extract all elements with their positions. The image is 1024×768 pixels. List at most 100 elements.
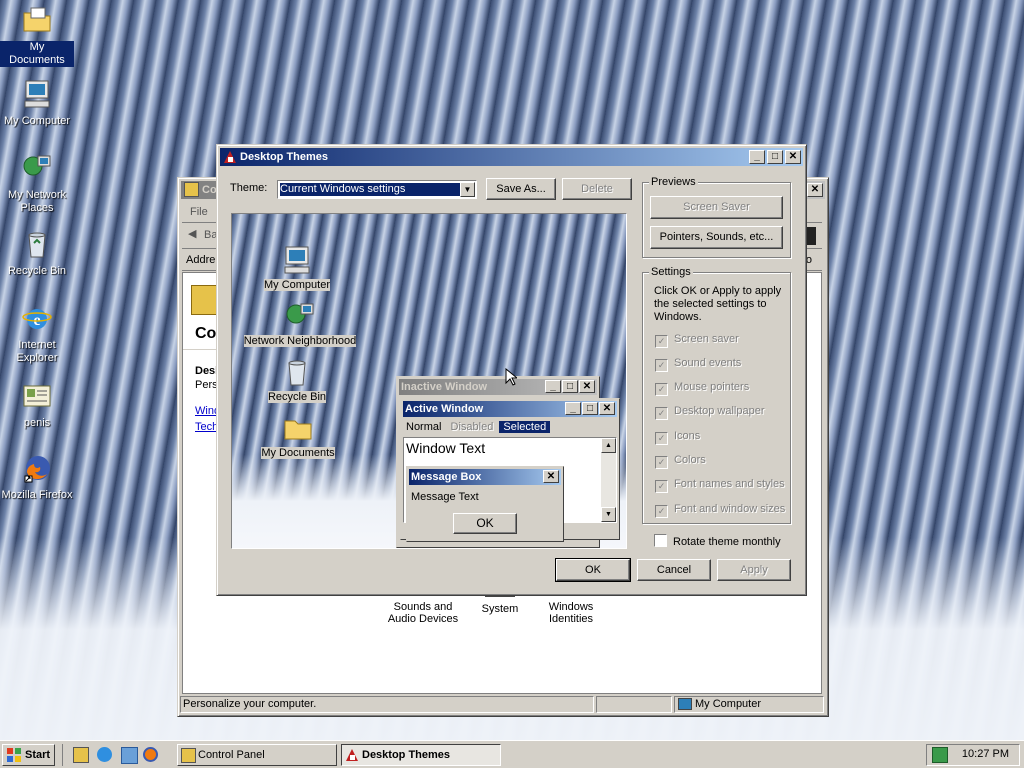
firefox-quicklaunch-icon[interactable] bbox=[143, 747, 158, 762]
status-bar: Personalize your computer. My Computer bbox=[180, 695, 824, 713]
cp-item-label: Sounds and Audio Devices bbox=[387, 601, 459, 625]
show-desktop-icon[interactable] bbox=[73, 747, 89, 763]
left-pane-link-2[interactable]: Tech bbox=[195, 421, 218, 433]
checkbox-box: ✓ bbox=[655, 480, 668, 493]
maximize-icon: □ bbox=[562, 380, 578, 393]
address-label: Addre bbox=[186, 254, 216, 266]
checkbox-colors[interactable]: ✓ Colors bbox=[655, 454, 706, 469]
delete-button[interactable]: Delete bbox=[562, 178, 632, 200]
minimize-icon: _ bbox=[545, 380, 561, 393]
desktop-icon-network[interactable]: My Network Places bbox=[0, 152, 74, 215]
preview-icon-recycle-bin: Recycle Bin bbox=[262, 356, 332, 403]
checkbox-icons[interactable]: ✓ Icons bbox=[655, 430, 700, 445]
close-icon[interactable]: ✕ bbox=[785, 150, 801, 164]
chevron-down-icon[interactable]: ▼ bbox=[460, 182, 475, 197]
desktop-icon-recycle-bin[interactable]: Recycle Bin bbox=[0, 228, 74, 278]
start-label: Start bbox=[25, 749, 51, 761]
back-arrow-icon[interactable]: ◀ bbox=[188, 227, 196, 240]
pointers-sounds-button[interactable]: Pointers, Sounds, etc... bbox=[650, 226, 783, 249]
preview-scrollbar: ▲ ▼ bbox=[601, 438, 616, 522]
task-label: Desktop Themes bbox=[362, 749, 451, 761]
maximize-icon: □ bbox=[582, 402, 598, 415]
save-as-button[interactable]: Save As... bbox=[486, 178, 556, 200]
ie-quicklaunch-icon[interactable] bbox=[97, 747, 112, 762]
checkbox-font-names[interactable]: ✓ Font names and styles bbox=[655, 478, 785, 493]
minimize-icon[interactable]: _ bbox=[749, 150, 765, 164]
preview-menu-selected: Selected bbox=[499, 421, 551, 433]
checkbox-label: Font names and styles bbox=[674, 478, 785, 490]
close-icon: ✕ bbox=[599, 402, 615, 415]
network-icon bbox=[286, 303, 314, 324]
ok-button[interactable]: OK bbox=[555, 558, 631, 582]
checkbox-label: Font and window sizes bbox=[674, 503, 786, 515]
checkbox-screen-saver[interactable]: ✓ Screen saver bbox=[655, 333, 739, 348]
task-label: Control Panel bbox=[198, 749, 265, 761]
folder-documents-icon bbox=[23, 7, 51, 32]
checkbox-box: ✓ bbox=[655, 456, 668, 469]
desktop-icon-label: My Computer bbox=[3, 115, 71, 127]
checkbox-box: ✓ bbox=[655, 359, 668, 372]
preview-active-titlebar: Active Window _ □ ✕ bbox=[403, 401, 617, 417]
preview-icon-label: Recycle Bin bbox=[267, 391, 327, 403]
control-panel-icon bbox=[181, 748, 196, 763]
network-tray-icon[interactable] bbox=[932, 747, 948, 763]
taskbar-task-control-panel[interactable]: Control Panel bbox=[177, 744, 337, 766]
minimize-icon: _ bbox=[565, 402, 581, 415]
card-icon bbox=[23, 385, 51, 407]
desktop-icon-label: Internet Explorer bbox=[16, 339, 58, 364]
computer-icon bbox=[24, 80, 50, 108]
preview-msgbox-title: Message Box bbox=[411, 471, 482, 483]
desktop-icon-label: My Documents bbox=[0, 41, 74, 67]
checkbox-box: ✓ bbox=[655, 505, 668, 518]
preview-menu-normal: Normal bbox=[406, 421, 442, 433]
status-blank-panel bbox=[596, 696, 672, 713]
checkbox-box: ✓ bbox=[655, 432, 668, 445]
theme-select[interactable]: Current Windows settings ▼ bbox=[277, 180, 477, 199]
cp-item-label: Windows Identities bbox=[548, 601, 594, 625]
checkbox-mouse-pointers[interactable]: ✓ Mouse pointers bbox=[655, 381, 749, 396]
desktop-themes-icon bbox=[346, 749, 358, 761]
desktop-icon-internet-explorer[interactable]: e Internet Explorer bbox=[0, 302, 74, 365]
preview-icon-my-documents: My Documents bbox=[256, 412, 340, 459]
control-panel-title: Co bbox=[202, 184, 217, 196]
outlook-express-icon[interactable] bbox=[121, 747, 138, 764]
desktop-themes-icon bbox=[224, 151, 236, 163]
checkbox-font-sizes[interactable]: ✓ Font and window sizes bbox=[655, 503, 785, 518]
clock[interactable]: 10:27 PM bbox=[962, 748, 1009, 760]
dialog-title: Desktop Themes bbox=[240, 151, 329, 163]
checkbox-label: Icons bbox=[674, 430, 701, 442]
theme-label: Theme: bbox=[230, 182, 268, 194]
preview-msgbox-ok: OK bbox=[453, 513, 517, 534]
taskbar-task-desktop-themes[interactable]: Desktop Themes bbox=[341, 744, 501, 766]
scroll-up-icon: ▲ bbox=[601, 438, 616, 453]
cancel-button[interactable]: Cancel bbox=[637, 559, 711, 581]
close-icon: ✕ bbox=[543, 470, 559, 483]
apply-button[interactable]: Apply bbox=[717, 559, 791, 581]
previews-group: Previews Screen Saver Pointers, Sounds, … bbox=[642, 176, 791, 258]
checkbox-desktop-wallpaper[interactable]: ✓ Desktop wallpaper bbox=[655, 405, 765, 420]
theme-select-value: Current Windows settings bbox=[280, 183, 460, 196]
desktop-icon-penis[interactable]: penis bbox=[0, 380, 74, 430]
checkbox-label: Desktop wallpaper bbox=[674, 405, 765, 417]
checkbox-box: ✓ bbox=[655, 335, 668, 348]
close-icon[interactable]: ✕ bbox=[807, 183, 823, 197]
system-tray: 10:27 PM bbox=[926, 744, 1020, 766]
dialog-titlebar[interactable]: Desktop Themes _ □ ✕ bbox=[220, 148, 803, 166]
checkbox-sound-events[interactable]: ✓ Sound events bbox=[655, 357, 741, 372]
menu-file[interactable]: File bbox=[190, 206, 208, 218]
preview-icon-my-computer: My Computer bbox=[262, 244, 332, 291]
rotate-label: Rotate theme monthly bbox=[673, 536, 781, 548]
preview-icon-label: Network Neighborhood bbox=[243, 335, 357, 347]
screen-saver-button[interactable]: Screen Saver bbox=[650, 196, 783, 219]
ie-icon: e bbox=[22, 309, 52, 329]
preview-window-text: Window Text bbox=[406, 440, 486, 456]
desktop-icon-firefox[interactable]: Mozilla Firefox bbox=[0, 452, 74, 502]
desktop-icon-label: penis bbox=[23, 417, 51, 429]
rotate-theme-checkbox[interactable]: Rotate theme monthly bbox=[654, 534, 781, 548]
desktop-icon-my-computer[interactable]: My Computer bbox=[0, 78, 74, 128]
start-button[interactable]: Start bbox=[2, 744, 55, 766]
maximize-icon[interactable]: □ bbox=[767, 150, 783, 164]
folder-documents-icon bbox=[284, 420, 312, 440]
desktop-icon-my-documents[interactable]: My Documents bbox=[0, 4, 74, 67]
firefox-icon bbox=[24, 456, 50, 483]
